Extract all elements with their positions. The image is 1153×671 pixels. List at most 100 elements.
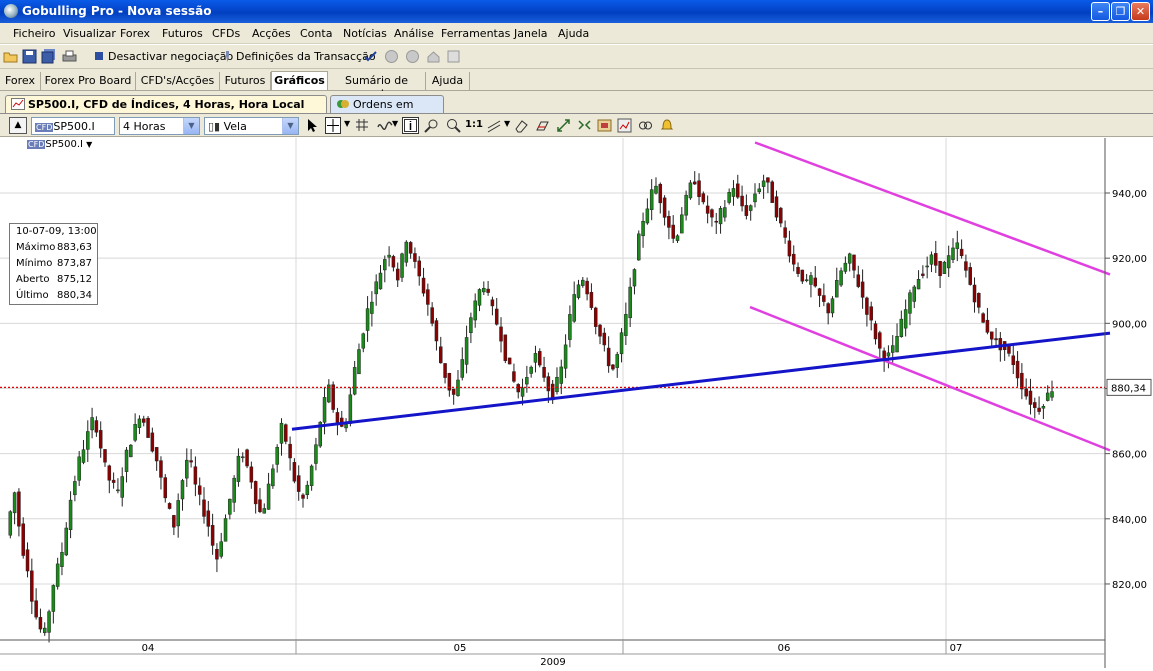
indicator-icon[interactable] — [377, 118, 393, 132]
candle-body — [671, 224, 675, 239]
trendline-icon[interactable] — [487, 118, 502, 133]
candle-body — [873, 323, 878, 340]
candle-body — [301, 494, 305, 499]
sync-icon[interactable] — [577, 118, 592, 133]
candle-body — [826, 303, 830, 314]
candle-icon: ▯▮ — [208, 120, 221, 133]
menu-janela[interactable]: Janela — [514, 27, 548, 40]
save-all-icon[interactable] — [41, 49, 56, 64]
minimize-button[interactable]: – — [1091, 2, 1110, 21]
pointer-icon[interactable] — [305, 118, 319, 133]
candle-body — [667, 216, 671, 228]
candle-body — [985, 319, 990, 333]
candle-body — [98, 430, 103, 449]
transaction-settings-button[interactable]: Definições da Transacção — [236, 50, 376, 63]
candle-body — [684, 194, 688, 216]
chevron-down-icon[interactable]: ▼ — [344, 119, 350, 128]
menu-ajuda[interactable]: Ajuda — [558, 27, 589, 40]
save-icon[interactable] — [22, 49, 37, 64]
menu-analise[interactable]: Análise — [394, 27, 434, 40]
back-icon[interactable] — [384, 49, 399, 64]
x-tick-label: 07 — [950, 643, 963, 654]
app-icon — [4, 4, 18, 18]
tab-graficos[interactable]: Gráficos — [271, 71, 328, 90]
chevron-down-icon[interactable]: ▼ — [504, 119, 510, 128]
info-row: Mínimo 873,87 — [10, 256, 97, 272]
candle-body — [189, 460, 193, 463]
tab-forex-pro-board[interactable]: Forex Pro Board — [41, 72, 136, 91]
candle-body — [197, 485, 202, 495]
forward-icon[interactable] — [405, 49, 420, 64]
menu-cfds[interactable]: CFDs — [212, 27, 240, 40]
symbol-selector[interactable]: CFDSP500.I — [31, 117, 115, 135]
tab-futuros[interactable]: Futuros — [220, 72, 271, 91]
candle-body — [202, 499, 206, 517]
fibonacci-icon[interactable] — [535, 118, 550, 133]
candle-body — [886, 352, 891, 357]
chart-type-select[interactable]: ▯▮ Vela ▼ — [204, 117, 299, 135]
info-datetime-row: 10-07-09, 13:00 — [10, 224, 97, 240]
candle-body — [779, 207, 783, 224]
candle-body — [296, 475, 301, 492]
chart-properties-icon[interactable] — [617, 118, 632, 133]
tab-cfds-accoes[interactable]: CFD's/Acções — [136, 72, 220, 91]
link-icon[interactable] — [638, 118, 653, 133]
candle-body — [1024, 388, 1028, 397]
arrows-icon[interactable] — [556, 118, 571, 133]
candle-body — [309, 465, 314, 486]
menu-noticias[interactable]: Notícias — [343, 27, 387, 40]
open-folder-icon[interactable] — [3, 49, 18, 64]
chart-type-value: Vela — [223, 120, 247, 133]
candle-body — [55, 563, 60, 587]
candle-body — [839, 270, 843, 286]
candle-body — [365, 308, 370, 331]
price-chart[interactable]: 820,00840,00860,00880,00900,00920,00940,… — [0, 138, 1153, 668]
menu-forex[interactable]: Forex — [120, 27, 150, 40]
alert-bell-icon[interactable] — [660, 118, 674, 133]
menu-accoes[interactable]: Acções — [252, 27, 291, 40]
menu-conta[interactable]: Conta — [300, 27, 332, 40]
candle-body — [791, 253, 796, 265]
checkmark-icon[interactable] — [363, 49, 378, 64]
menu-ficheiro[interactable]: Ficheiro — [13, 27, 55, 40]
chart-symbol-label[interactable]: CFDSP500.I ▼ — [27, 139, 92, 150]
timeframe-select[interactable]: 4 Horas ▼ — [119, 117, 200, 135]
candle-body — [817, 288, 822, 296]
chevron-down-icon[interactable]: ▼ — [392, 119, 398, 128]
print-icon[interactable] — [62, 49, 77, 64]
zoom-fit-icon[interactable] — [424, 118, 439, 133]
grid-icon[interactable] — [355, 118, 369, 132]
chart-canvas[interactable]: 820,00840,00860,00880,00900,00920,00940,… — [0, 138, 1153, 668]
deactivate-trading-button[interactable]: Desactivar negociação — [108, 50, 233, 63]
candle-body — [869, 306, 873, 321]
candle-body — [946, 255, 951, 269]
candle-body — [103, 449, 107, 463]
transaction-settings-icon[interactable] — [220, 49, 235, 64]
menu-futuros[interactable]: Futuros — [162, 27, 203, 40]
restore-button[interactable]: ❐ — [1111, 2, 1130, 21]
eraser-icon[interactable] — [514, 118, 529, 133]
candle-body — [94, 420, 99, 433]
menu-visualizar[interactable]: Visualizar — [63, 27, 116, 40]
doc-tab-chart[interactable]: SP500.I, CFD de Índices, 4 Horas, Hora L… — [5, 95, 327, 124]
candle-body — [232, 477, 236, 503]
info-icon[interactable] — [402, 117, 419, 134]
candle-body — [649, 189, 654, 211]
home-icon[interactable] — [426, 49, 441, 64]
candle-body — [253, 481, 258, 505]
candle-body — [236, 455, 241, 482]
candle-body — [120, 476, 124, 498]
zoom-in-icon[interactable] — [446, 118, 461, 133]
close-button[interactable]: ✕ — [1131, 2, 1150, 21]
tab-sumario-de-conta[interactable]: Sumário de conta — [328, 72, 426, 100]
refresh-icon[interactable] — [446, 49, 461, 64]
scale-one-to-one-button[interactable]: 1:1 — [465, 119, 483, 130]
collapse-up-button[interactable]: ▲ — [9, 117, 27, 134]
tab-forex[interactable]: Forex — [0, 72, 41, 91]
crosshair-icon[interactable] — [325, 117, 341, 134]
doc-tab-open-orders[interactable]: Ordens em aberto — [330, 95, 444, 124]
tab-ajuda[interactable]: Ajuda — [426, 72, 470, 91]
stop-trading-icon[interactable] — [92, 49, 107, 64]
menu-ferramentas[interactable]: Ferramentas — [441, 27, 510, 40]
template-icon[interactable] — [597, 118, 612, 133]
